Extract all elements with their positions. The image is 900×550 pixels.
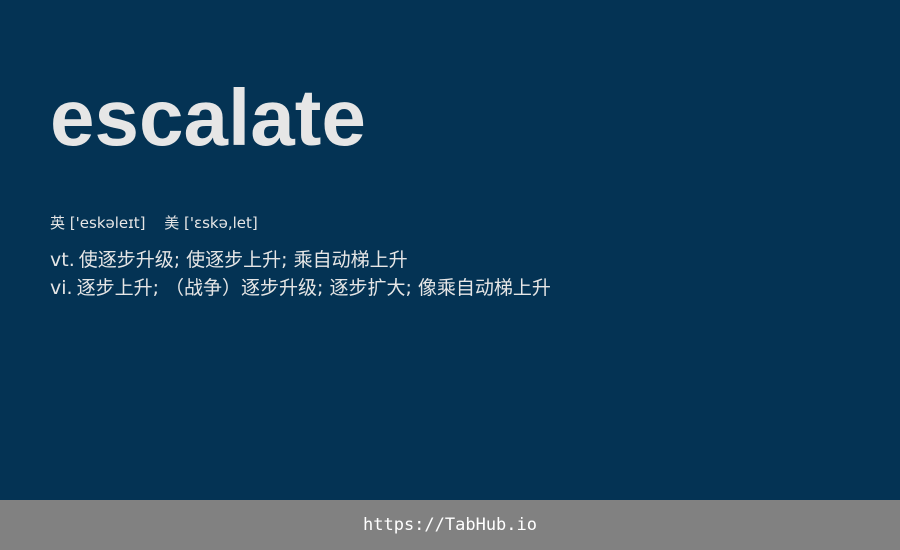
footer-bar: https://TabHub.io <box>0 500 900 550</box>
us-label: 美 <box>164 214 180 232</box>
definitions-list: vt. 使逐步升级; 使逐步上升; 乘自动梯上升 vi. 逐步上升; （战争）逐步升… <box>50 246 551 302</box>
definition-line: vt. 使逐步升级; 使逐步上升; 乘自动梯上升 <box>50 246 551 274</box>
uk-label: 英 <box>50 214 66 232</box>
definition-text: 逐步上升; （战争）逐步升级; 逐步扩大; 像乘自动梯上升 <box>76 277 551 299</box>
part-of-speech: vi. <box>50 277 73 299</box>
part-of-speech: vt. <box>50 249 75 271</box>
uk-phonetic: 英 ['eskəleɪt] <box>50 214 150 232</box>
phonetics-row: 英 ['eskəleɪt] 美 ['ɛskə,let] <box>50 212 272 234</box>
uk-ipa: ['eskəleɪt] <box>69 214 146 232</box>
definition-text: 使逐步升级; 使逐步上升; 乘自动梯上升 <box>78 249 408 271</box>
headword: escalate <box>50 73 366 162</box>
us-phonetic: 美 ['ɛskə,let] <box>164 214 258 232</box>
definition-line: vi. 逐步上升; （战争）逐步升级; 逐步扩大; 像乘自动梯上升 <box>50 274 551 302</box>
word-card: escalate 英 ['eskəleɪt] 美 ['ɛskə,let] vt.… <box>0 0 900 500</box>
us-ipa: ['ɛskə,let] <box>184 214 258 232</box>
footer-link[interactable]: https://TabHub.io <box>363 515 537 535</box>
